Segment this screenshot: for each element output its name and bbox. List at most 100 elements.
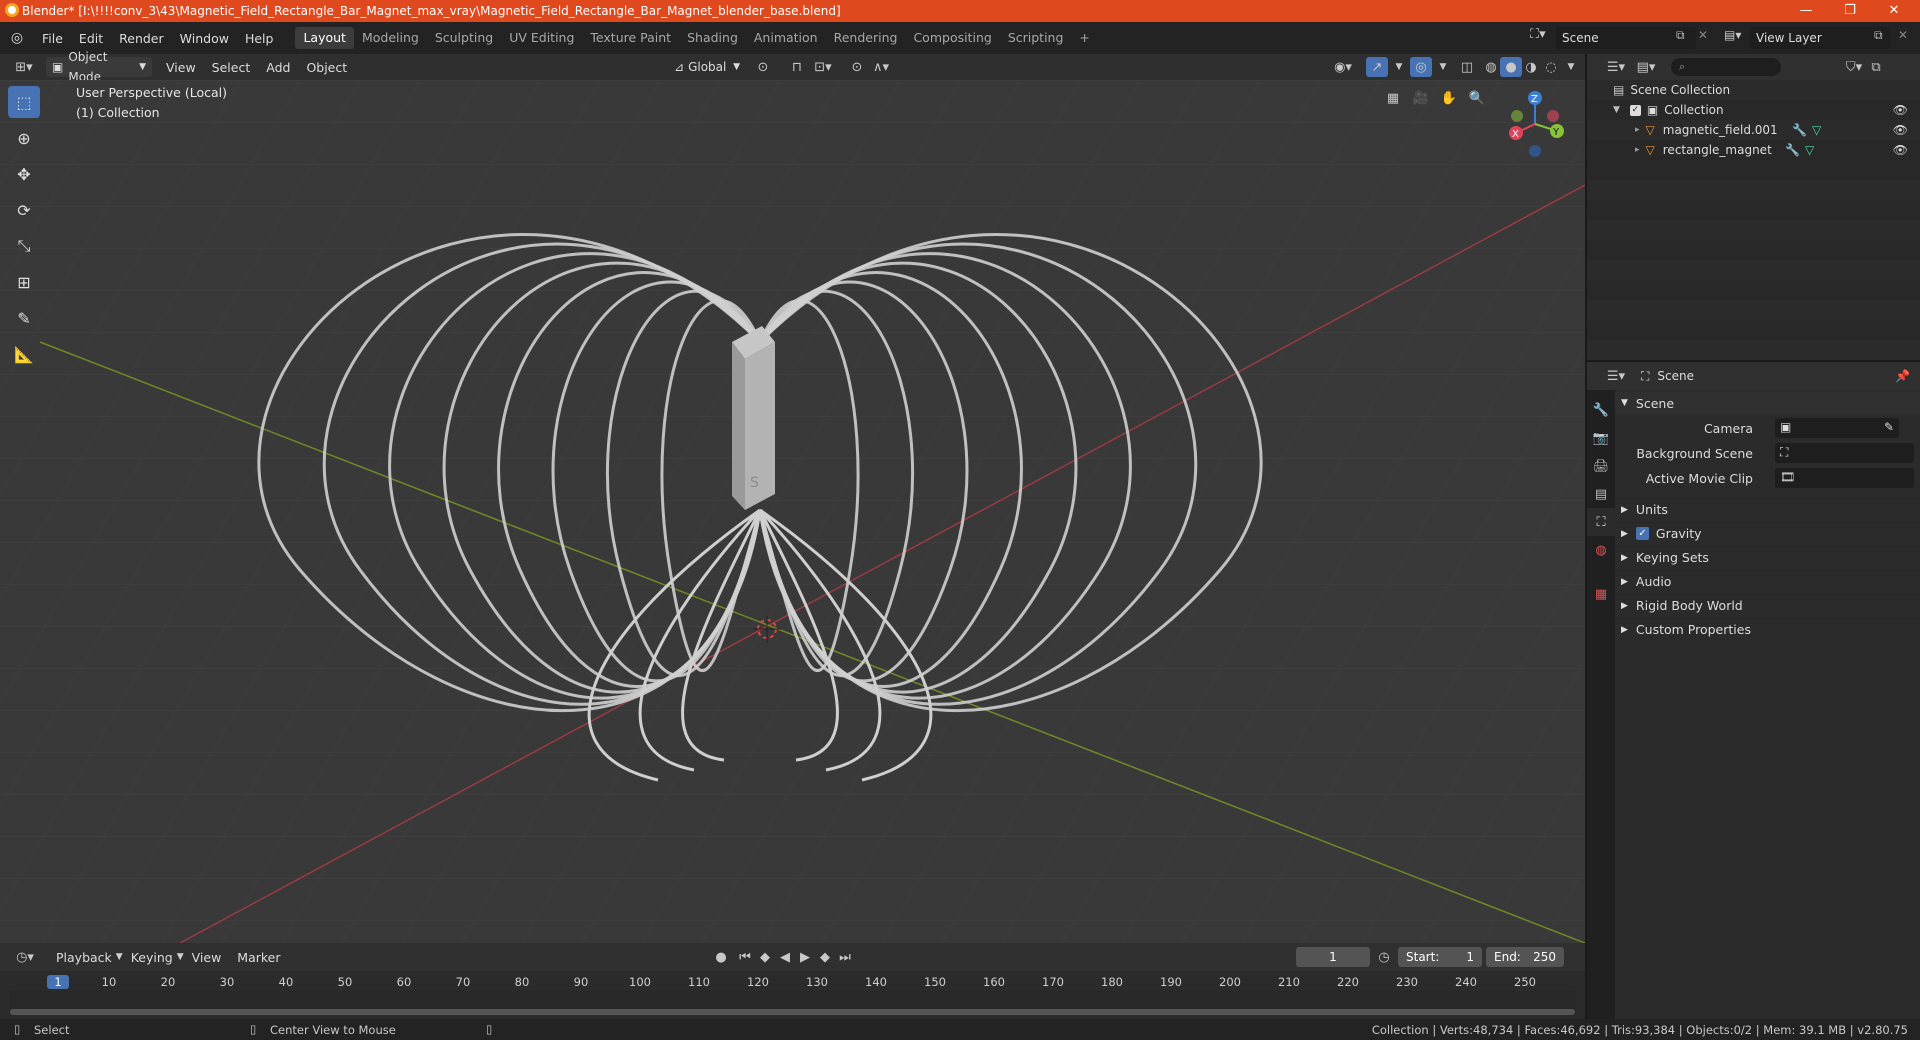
camera-view-icon[interactable]: 🎥 bbox=[1410, 88, 1432, 108]
audio-panel-header[interactable]: ▶ Audio bbox=[1615, 570, 1920, 592]
new-view-layer-icon[interactable]: ⧉ bbox=[1874, 28, 1883, 43]
move-tool-icon[interactable]: ✥ bbox=[8, 158, 40, 190]
wireframe-shading-icon[interactable]: ◍ bbox=[1480, 57, 1502, 77]
visibility-icon[interactable]: ◉▾ bbox=[1332, 57, 1354, 77]
overlay-menu-icon[interactable]: ▼ bbox=[1432, 57, 1454, 77]
tab-compositing[interactable]: Compositing bbox=[905, 27, 999, 49]
current-frame-field[interactable]: 1 bbox=[1296, 947, 1370, 967]
pin-icon[interactable]: 📌 bbox=[1895, 369, 1910, 383]
gravity-checkbox[interactable]: ✓ bbox=[1635, 527, 1649, 540]
view-layer-tab-icon[interactable]: ▤ bbox=[1587, 480, 1615, 508]
timeline-scrollbar[interactable] bbox=[10, 1009, 1575, 1015]
mesh-data-icon[interactable]: ▽ bbox=[1812, 123, 1821, 137]
start-frame-field[interactable]: Start: 1 bbox=[1398, 947, 1482, 967]
eyedropper-icon[interactable]: ✎ bbox=[1884, 420, 1894, 434]
viewport-menu-select[interactable]: Select bbox=[204, 60, 259, 75]
expand-toggle-icon[interactable]: ▸ bbox=[1635, 125, 1640, 135]
menu-window[interactable]: Window bbox=[172, 31, 237, 46]
menu-edit[interactable]: Edit bbox=[71, 31, 111, 46]
timeline-menu-marker[interactable]: Marker bbox=[229, 950, 288, 965]
timeline-ruler[interactable]: 1 10 20 30 40 50 60 70 80 90 100 110 120 130 140 150 160… bbox=[10, 973, 1575, 1011]
custom-properties-panel-header[interactable]: ▶ Custom Properties bbox=[1615, 618, 1920, 640]
viewport-menu-object[interactable]: Object bbox=[298, 60, 355, 75]
rendered-shading-icon[interactable]: ◌ bbox=[1540, 57, 1562, 77]
timeline-menu-playback[interactable]: Playback bbox=[48, 950, 120, 965]
mode-selector[interactable]: ▣ Object Mode ▼ bbox=[46, 50, 152, 84]
pan-view-icon[interactable]: ✋ bbox=[1438, 88, 1460, 108]
viewport-menu-add[interactable]: Add bbox=[258, 60, 298, 75]
zoom-view-icon[interactable]: 🔍 bbox=[1466, 88, 1488, 108]
tab-rendering[interactable]: Rendering bbox=[826, 27, 906, 49]
tab-sculpting[interactable]: Sculpting bbox=[427, 27, 501, 49]
editor-type-icon[interactable]: ⊞▾ bbox=[8, 57, 40, 77]
close-window-button[interactable]: ✕ bbox=[1872, 0, 1916, 22]
next-keyframe-icon[interactable]: ◆ bbox=[814, 947, 836, 967]
timeline-track-area[interactable] bbox=[10, 991, 1575, 1009]
view-layer-selector[interactable]: View Layer bbox=[1750, 27, 1890, 49]
tab-shading[interactable]: Shading bbox=[679, 27, 746, 49]
solid-shading-icon[interactable]: ● bbox=[1500, 57, 1522, 77]
filter-icon[interactable]: ⛉▾ bbox=[1843, 57, 1865, 77]
3d-viewport[interactable]: S ⬚ ⊕ ✥ ⟳ ⤡ ⊞ ✎ 📐 User Perspective (Loca… bbox=[0, 80, 1585, 943]
perspective-toggle-icon[interactable]: ▦ bbox=[1382, 88, 1404, 108]
preview-range-icon[interactable]: ◷ bbox=[1373, 947, 1395, 967]
world-tab-icon[interactable]: ◍ bbox=[1587, 536, 1615, 564]
transform-orientation-selector[interactable]: ⊿ Global ▼ bbox=[668, 57, 746, 77]
scene-selector-icon[interactable]: ⛶▾ bbox=[1530, 27, 1546, 42]
annotate-tool-icon[interactable]: ✎ bbox=[8, 302, 40, 334]
snap-icon[interactable]: ⊓ bbox=[786, 57, 808, 77]
gizmo-toggle-icon[interactable]: ↗ bbox=[1366, 57, 1388, 77]
add-workspace-button[interactable]: + bbox=[1071, 27, 1097, 49]
end-frame-field[interactable]: End: 250 bbox=[1486, 947, 1564, 967]
camera-field[interactable]: ▣ ✎ bbox=[1775, 418, 1899, 438]
record-icon[interactable]: ● bbox=[710, 947, 732, 967]
rotate-tool-icon[interactable]: ⟳ bbox=[8, 194, 40, 226]
blender-menu-icon[interactable]: ◎ bbox=[0, 30, 34, 46]
jump-start-icon[interactable]: ⏮ bbox=[734, 947, 756, 967]
viewport-scene[interactable]: S bbox=[0, 80, 1585, 943]
prev-keyframe-icon[interactable]: ◆ bbox=[754, 947, 776, 967]
transform-tool-icon[interactable]: ⊞ bbox=[8, 266, 40, 298]
active-movie-clip-field[interactable]: 🎞 bbox=[1775, 468, 1914, 488]
falloff-icon[interactable]: ∧▾ bbox=[870, 57, 892, 77]
mesh-data-icon[interactable]: ▽ bbox=[1805, 143, 1814, 157]
tab-animation[interactable]: Animation bbox=[746, 27, 826, 49]
outliner-row-magnetic-field[interactable]: ▸ ▽ magnetic_field.001 🔧 ▽ 👁 bbox=[1587, 120, 1920, 140]
units-panel-header[interactable]: ▶ Units bbox=[1615, 498, 1920, 520]
proportional-edit-icon[interactable]: ⊙ bbox=[846, 57, 868, 77]
output-tab-icon[interactable]: 🖨 bbox=[1587, 452, 1615, 480]
gravity-panel-header[interactable]: ▶ ✓ Gravity bbox=[1615, 522, 1920, 544]
select-box-tool-icon[interactable]: ⬚ bbox=[8, 86, 40, 118]
delete-scene-icon[interactable]: ✕ bbox=[1698, 28, 1708, 42]
rigid-body-world-panel-header[interactable]: ▶ Rigid Body World bbox=[1615, 594, 1920, 616]
gizmo-menu-icon[interactable]: ▼ bbox=[1388, 57, 1410, 77]
collection-visibility-icon[interactable]: 👁 bbox=[1893, 103, 1908, 117]
object-visibility-icon[interactable]: 👁 bbox=[1893, 143, 1908, 157]
outliner-editor-type-icon[interactable]: ☰▾ bbox=[1601, 57, 1631, 77]
scene-panel-header[interactable]: ▼ Scene bbox=[1615, 392, 1920, 414]
overlay-toggle-icon[interactable]: ◎ bbox=[1410, 57, 1432, 77]
scene-selector[interactable]: Scene bbox=[1556, 27, 1696, 49]
render-tab-icon[interactable]: 📷 bbox=[1587, 424, 1615, 452]
jump-end-icon[interactable]: ⏭ bbox=[834, 947, 856, 967]
timeline-menu-view[interactable]: View bbox=[184, 950, 230, 965]
viewport-menu-view[interactable]: View bbox=[158, 60, 204, 75]
menu-file[interactable]: File bbox=[34, 31, 71, 46]
new-collection-icon[interactable]: ⧉ bbox=[1865, 57, 1887, 77]
menu-render[interactable]: Render bbox=[111, 31, 172, 46]
play-icon[interactable]: ▶ bbox=[794, 947, 816, 967]
outliner-row-scene-collection[interactable]: ▤ Scene Collection bbox=[1587, 80, 1920, 100]
tab-layout[interactable]: Layout bbox=[295, 27, 354, 49]
outliner-row-collection[interactable]: ▼ ✓ ▣ Collection 👁 bbox=[1587, 100, 1920, 120]
display-mode-icon[interactable]: ▤▾ bbox=[1631, 57, 1661, 77]
object-visibility-icon[interactable]: 👁 bbox=[1893, 123, 1908, 137]
view-layer-icon[interactable]: ▤▾ bbox=[1724, 28, 1741, 42]
outliner-row-rectangle-magnet[interactable]: ▸ ▽ rectangle_magnet 🔧 ▽ 👁 bbox=[1587, 140, 1920, 160]
tab-uv-editing[interactable]: UV Editing bbox=[501, 27, 582, 49]
tab-modeling[interactable]: Modeling bbox=[354, 27, 427, 49]
navigation-gizmo[interactable]: Z Y X bbox=[1500, 84, 1570, 164]
shading-menu-icon[interactable]: ▼ bbox=[1560, 57, 1582, 77]
snap-target-icon[interactable]: ⊡▾ bbox=[812, 57, 834, 77]
menu-help[interactable]: Help bbox=[237, 31, 282, 46]
new-scene-icon[interactable]: ⧉ bbox=[1676, 28, 1685, 43]
